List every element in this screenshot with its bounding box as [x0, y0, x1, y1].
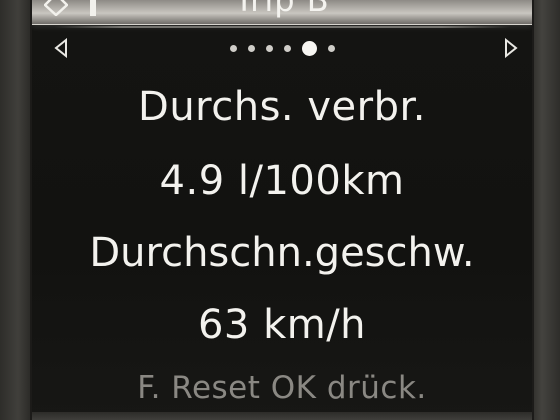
right-bezel: [530, 0, 560, 420]
page-dot: [247, 44, 255, 52]
page-dot-active: [301, 40, 317, 56]
page-dot: [283, 44, 291, 52]
trip-computer-display: Trip B Durchs. verbr. 4.9 l/100km Durchs…: [30, 0, 534, 420]
avg-speed-value: 63 km/h: [197, 302, 367, 348]
reset-hint: F. Reset OK drück.: [137, 370, 427, 406]
header-divider: [54, 26, 510, 28]
avg-consumption-label: Durchs. verbr.: [138, 84, 426, 130]
left-bezel: [0, 0, 30, 420]
page-dot: [327, 44, 335, 52]
page-title: Trip B: [234, 0, 330, 19]
avg-speed-label: Durchschn.geschw.: [89, 230, 475, 276]
title-bar: Trip B: [32, 0, 532, 25]
bottom-edge: [32, 412, 532, 420]
page-dot: [229, 44, 237, 52]
instrument-cluster-frame: Trip B Durchs. verbr. 4.9 l/100km Durchs…: [0, 0, 560, 420]
page-dot: [265, 44, 273, 52]
page-indicator: [32, 40, 532, 56]
avg-consumption-value: 4.9 l/100km: [159, 158, 405, 204]
triangle-right-icon[interactable]: [504, 38, 518, 58]
